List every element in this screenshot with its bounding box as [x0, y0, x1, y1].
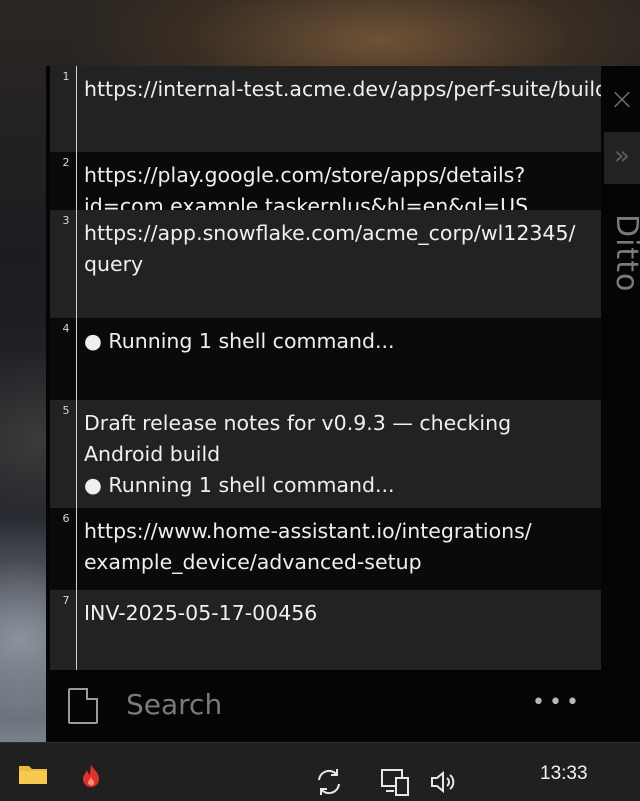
clip-item[interactable]: 2 https://play.google.com/store/apps/det…	[50, 152, 601, 210]
app-title: Ditto	[609, 214, 640, 293]
clip-divider	[76, 210, 77, 318]
clip-text: ● Running 1 shell command...	[84, 329, 395, 353]
clip-index: 1	[62, 70, 70, 83]
clip-divider	[76, 590, 77, 670]
ditto-side-panel: × » Ditto	[604, 66, 640, 670]
clip-item[interactable]: 4 ● Running 1 shell command...	[50, 318, 601, 400]
clip-item[interactable]: 1 https://internal-test.acme.dev/apps/pe…	[50, 66, 601, 152]
clip-text: INV-2025-05-17-00456	[84, 601, 318, 625]
clip-item[interactable]: 5 Draft release notes for v0.9.3 — check…	[50, 400, 601, 508]
clip-divider	[76, 508, 77, 590]
clip-divider	[76, 152, 77, 210]
fire-icon[interactable]	[80, 763, 102, 789]
network-icon[interactable]	[380, 767, 410, 797]
close-icon[interactable]: ×	[604, 80, 640, 120]
ditto-clipboard-window[interactable]: 1 https://internal-test.acme.dev/apps/pe…	[46, 66, 640, 742]
sync-icon[interactable]	[314, 767, 344, 797]
clip-index: 2	[62, 156, 70, 169]
clip-note-icon[interactable]	[68, 688, 98, 724]
more-options-button[interactable]: •••	[532, 688, 580, 718]
clip-divider	[76, 66, 77, 152]
taskbar-clock[interactable]: 13:33	[540, 763, 630, 785]
clip-text: https://internal-test.acme.dev/apps/perf…	[84, 77, 601, 101]
search-input[interactable]	[126, 684, 426, 724]
taskbar: 13:33	[0, 742, 640, 801]
clip-text: Draft release notes for v0.9.3 — checkin…	[84, 411, 512, 497]
clip-index: 7	[62, 594, 70, 607]
clip-item[interactable]: 7 INV-2025-05-17-00456	[50, 590, 601, 670]
clip-text: https://play.google.com/store/apps/detai…	[84, 163, 529, 210]
clip-list[interactable]: 1 https://internal-test.acme.dev/apps/pe…	[50, 66, 601, 670]
clip-divider	[76, 318, 77, 400]
clip-item[interactable]: 6 https://www.home-assistant.io/integrat…	[50, 508, 601, 590]
clip-text: https://app.snowflake.com/acme_corp/wl12…	[84, 221, 576, 276]
clip-text: https://www.home-assistant.io/integratio…	[84, 519, 532, 574]
clip-index: 5	[62, 404, 70, 417]
search-bar: •••	[46, 670, 640, 742]
clip-item[interactable]: 3 https://app.snowflake.com/acme_corp/wl…	[50, 210, 601, 318]
volume-icon[interactable]	[430, 769, 460, 795]
folder-icon[interactable]	[18, 763, 48, 785]
clip-divider	[76, 400, 77, 508]
clip-index: 3	[62, 214, 70, 227]
clip-index: 4	[62, 322, 70, 335]
clip-index: 6	[62, 512, 70, 525]
expand-icon[interactable]: »	[604, 132, 640, 184]
